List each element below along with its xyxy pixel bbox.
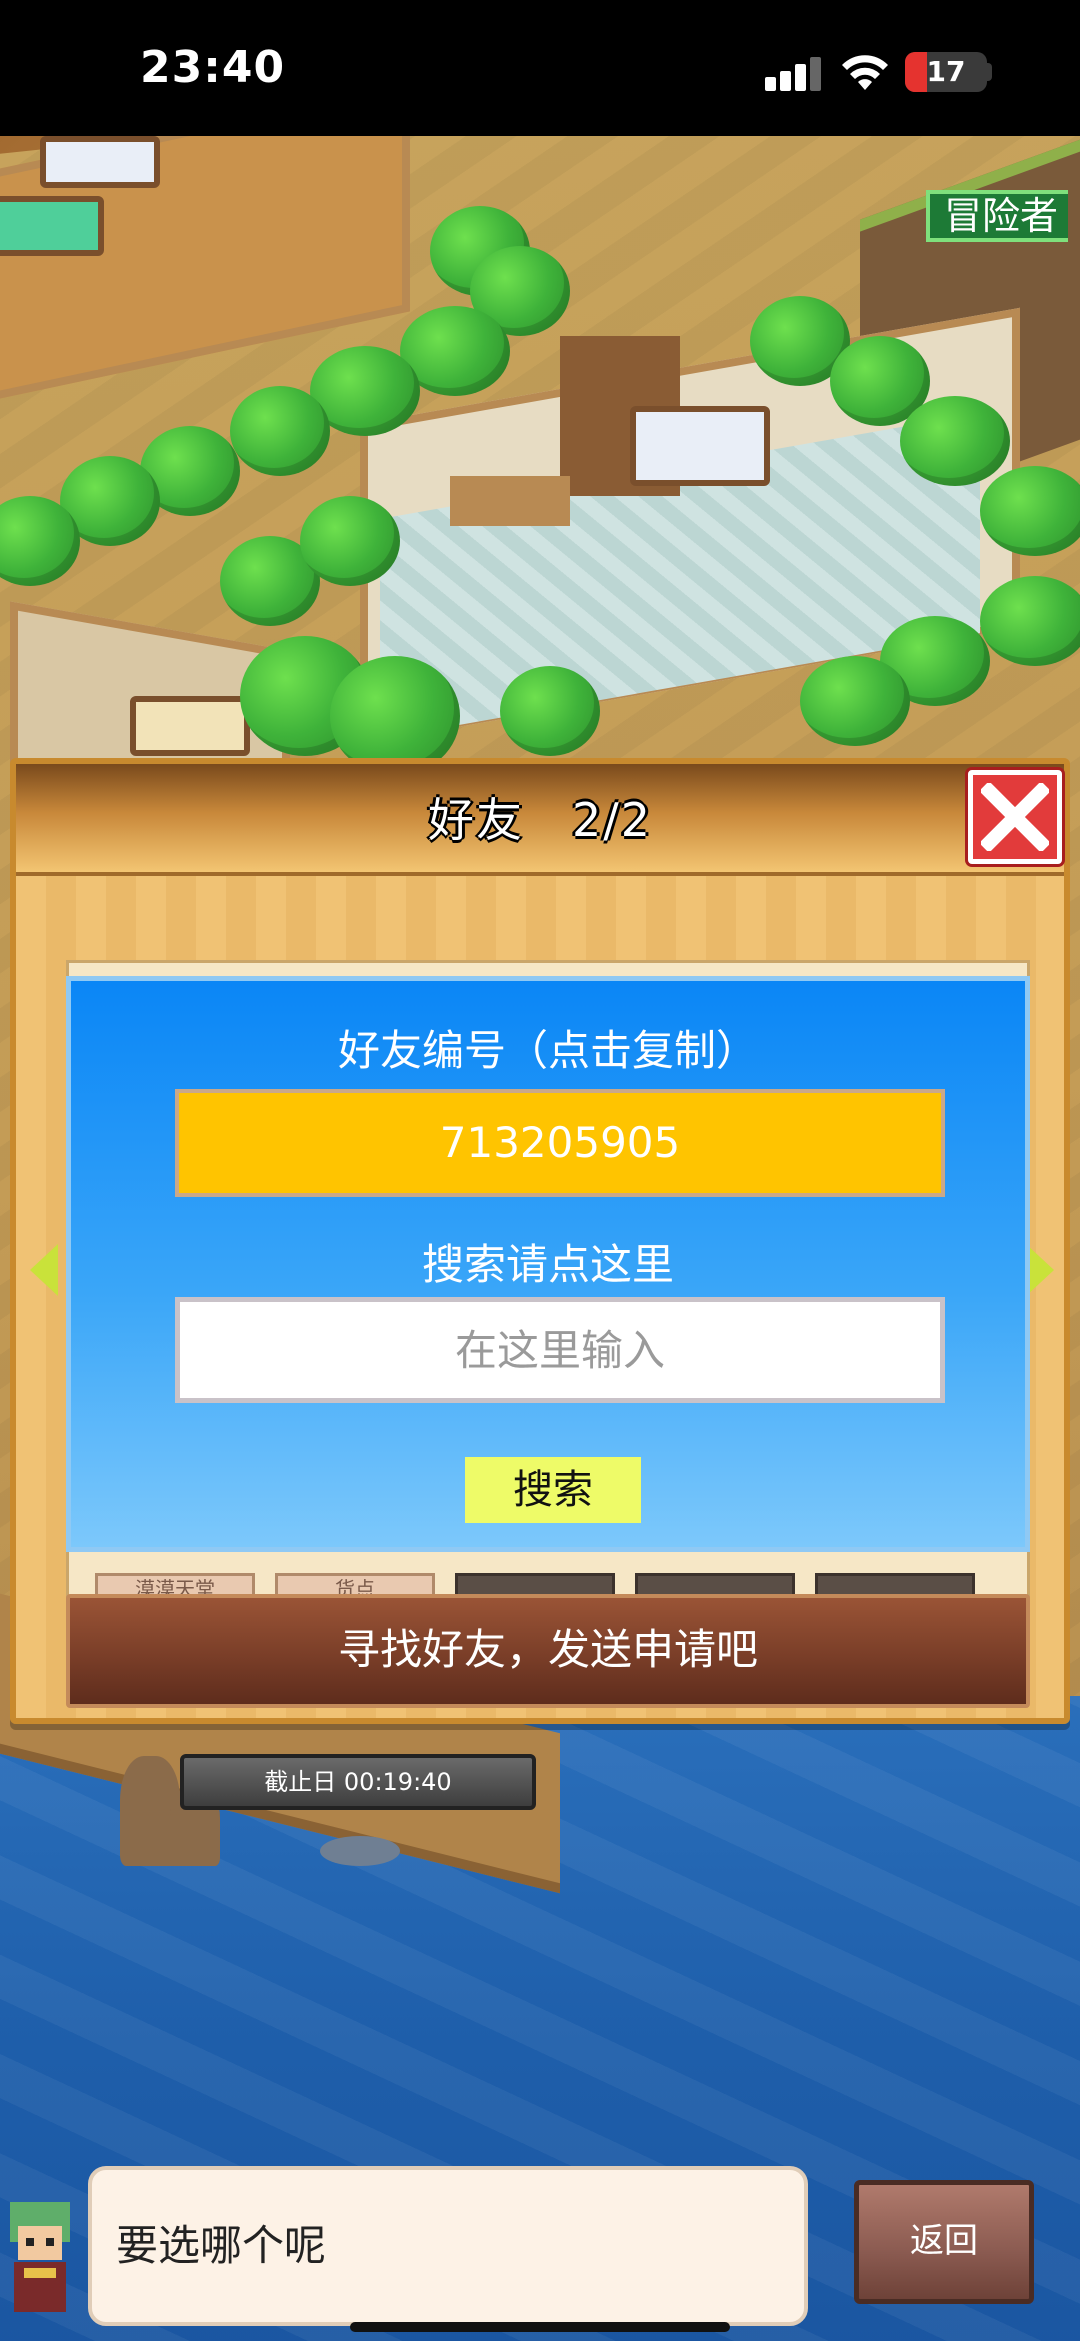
dialog-title: 好友 2/2 bbox=[427, 793, 653, 847]
dialog-header: 好友 2/2 bbox=[16, 764, 1064, 876]
friend-search-panel: 好友编号（点击复制） 713205905 搜索请点这里 搜索 bbox=[66, 976, 1030, 1552]
bush bbox=[980, 576, 1080, 666]
rock bbox=[320, 1836, 400, 1866]
back-button[interactable]: 返回 bbox=[854, 2180, 1034, 2304]
prev-page-arrow[interactable] bbox=[30, 1244, 58, 1296]
character-avatar bbox=[10, 2202, 70, 2312]
wifi-icon bbox=[842, 55, 888, 90]
bush bbox=[900, 396, 1010, 486]
adventurer-guild-tag[interactable]: 冒险者 bbox=[926, 190, 1069, 242]
bush bbox=[300, 496, 400, 586]
friend-search-input[interactable] bbox=[175, 1297, 945, 1403]
signal-icon bbox=[765, 57, 823, 91]
bush bbox=[230, 386, 330, 476]
battery-cap bbox=[986, 63, 992, 81]
battery-icon: 17 bbox=[905, 52, 987, 92]
find-friends-button[interactable]: 寻找好友，发送申请吧 bbox=[66, 1594, 1030, 1708]
friend-id-label: 好友编号（点击复制） bbox=[337, 1026, 758, 1075]
bush bbox=[800, 656, 910, 746]
close-icon bbox=[981, 783, 1049, 851]
search-button[interactable]: 搜索 bbox=[465, 1457, 641, 1523]
bush bbox=[980, 466, 1080, 556]
white-bed bbox=[40, 136, 160, 188]
inn-bed bbox=[630, 406, 770, 486]
next-page-arrow[interactable] bbox=[1026, 1244, 1054, 1296]
friend-id-copy-button[interactable]: 713205905 bbox=[175, 1089, 945, 1197]
close-button[interactable] bbox=[968, 770, 1062, 864]
bush bbox=[500, 666, 600, 756]
battery-level: 17 bbox=[926, 55, 966, 88]
search-label: 搜索请点这里 bbox=[421, 1240, 674, 1289]
green-bed bbox=[0, 196, 104, 256]
speech-bubble: 要选哪个呢 bbox=[88, 2166, 808, 2326]
status-time: 23:40 bbox=[140, 42, 286, 93]
desk bbox=[450, 476, 570, 526]
speech-text: 要选哪个呢 bbox=[116, 2221, 327, 2270]
deadline-timer: 截止日 00:19:40 bbox=[180, 1754, 536, 1810]
friend-dialog: 好友 2/2 漠漠天堂 货点 好友编号（点击复制） 713205905 搜索请点… bbox=[10, 758, 1070, 1724]
home-indicator[interactable] bbox=[350, 2322, 730, 2332]
status-bar: 23:40 17 bbox=[0, 0, 1080, 136]
small-room-bed bbox=[130, 696, 250, 756]
